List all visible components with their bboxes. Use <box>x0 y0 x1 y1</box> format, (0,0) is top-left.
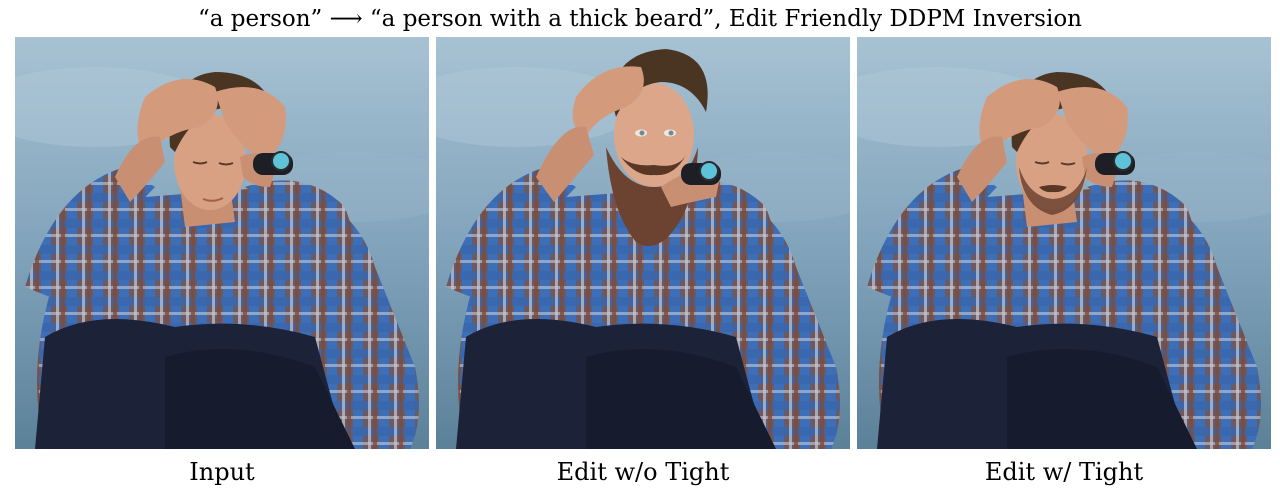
figure-title: “a person” ⟶ “a person with a thick bear… <box>197 6 1082 32</box>
edit-without-tight-image-panel <box>436 37 850 449</box>
edit-with-tight-image <box>857 37 1271 449</box>
input-image-panel <box>15 37 429 449</box>
input-caption: Input <box>189 458 255 486</box>
edit-with-tight-image-panel <box>857 37 1271 449</box>
edit-with-tight-caption: Edit w/ Tight <box>984 458 1144 486</box>
input-image <box>15 37 429 449</box>
edit-without-tight-caption: Edit w/o Tight <box>556 458 730 486</box>
edit-without-tight-image <box>436 37 850 449</box>
